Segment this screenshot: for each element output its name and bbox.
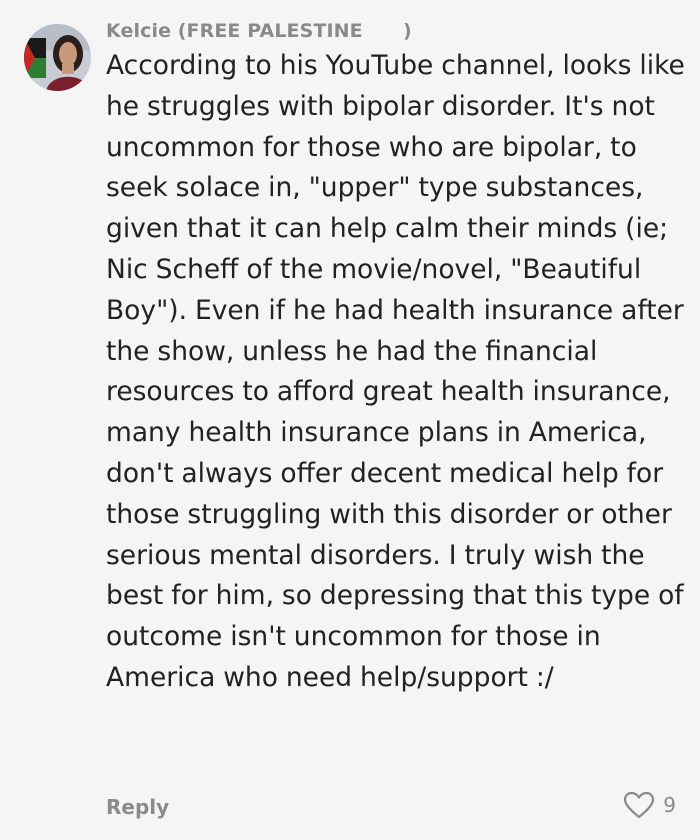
avatar[interactable]	[24, 24, 91, 91]
username[interactable]: Kelcie (FREE PALESTINE )	[106, 20, 412, 42]
like-count: 9	[663, 793, 676, 817]
heart-outline-icon[interactable]	[623, 791, 655, 819]
reply-button[interactable]: Reply	[106, 795, 169, 819]
comment-text: According to his YouTube channel, looks …	[106, 50, 685, 693]
avatar-image	[24, 24, 91, 91]
like-button[interactable]: 9	[623, 791, 676, 819]
